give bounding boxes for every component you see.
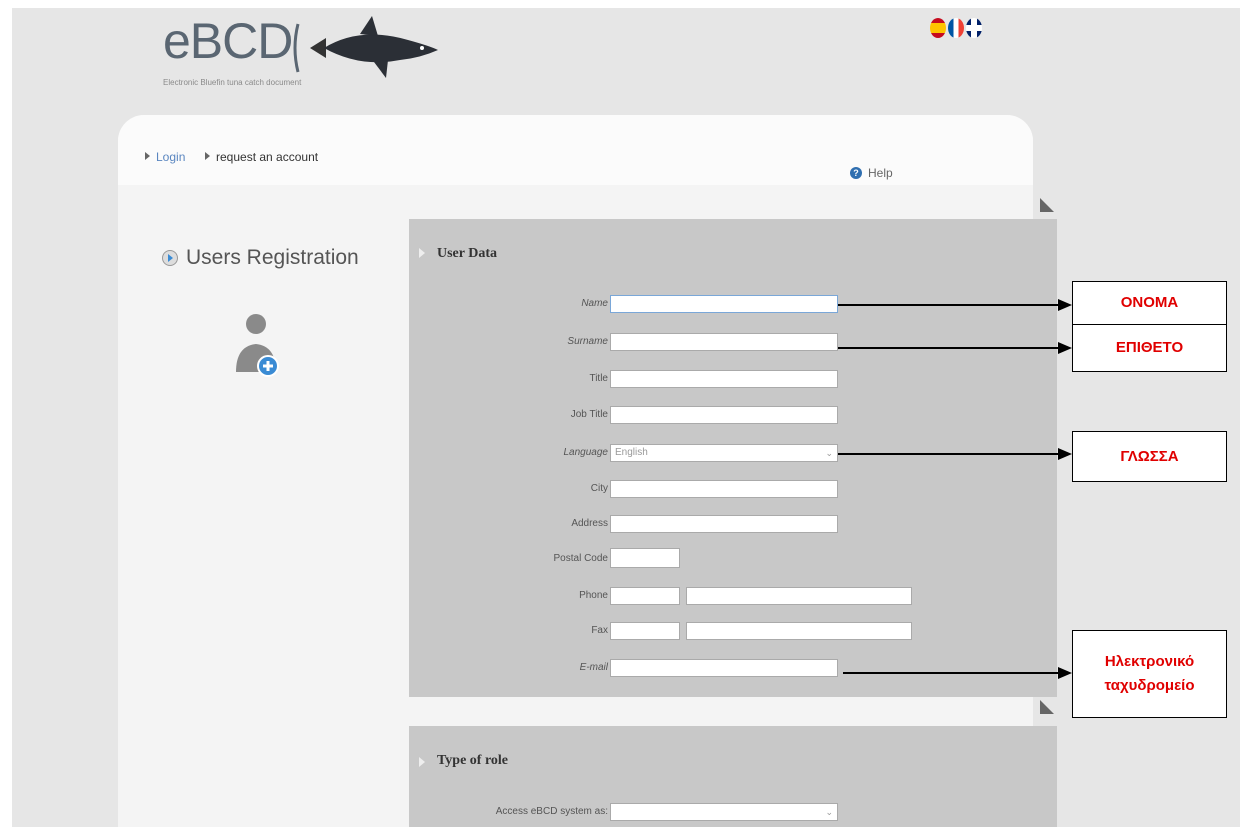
- language-value: English: [615, 447, 648, 458]
- fax-label: Fax: [591, 625, 608, 636]
- name-label: Name: [581, 298, 608, 309]
- section-arrow-icon: [419, 248, 425, 258]
- es-flag-icon[interactable]: [930, 18, 946, 38]
- chevron-down-icon: ⌄: [825, 448, 833, 458]
- access-select[interactable]: ⌄: [610, 803, 838, 821]
- add-user-icon: [236, 314, 279, 377]
- annotation-email: Ηλεκτρονικό ταχυδρομείο: [1072, 630, 1227, 718]
- help-link[interactable]: ? Help: [850, 166, 893, 180]
- language-label: Language: [563, 447, 609, 458]
- address-label: Address: [571, 518, 608, 529]
- arrow-right-icon: [1058, 448, 1072, 460]
- name-input[interactable]: [610, 295, 838, 313]
- phone-label: Phone: [579, 590, 608, 601]
- arrow-right-icon: [1058, 299, 1072, 311]
- tuna-logo-icon: [293, 16, 438, 78]
- email-label: E-mail: [579, 662, 608, 673]
- language-flags: [930, 18, 982, 38]
- help-icon: ?: [850, 167, 862, 179]
- annotation-arrow-line: [843, 672, 1058, 674]
- surname-input[interactable]: [610, 333, 838, 351]
- corner-triangle-icon: [1040, 700, 1054, 714]
- play-circle-icon: [162, 250, 178, 266]
- section-arrow-icon: [419, 757, 425, 767]
- title-label: Title: [589, 373, 608, 384]
- city-label: City: [590, 483, 608, 494]
- arrow-right-icon: [1058, 342, 1072, 354]
- fax-number-input[interactable]: [686, 622, 912, 640]
- surname-label: Surname: [567, 336, 608, 347]
- email-input[interactable]: [610, 659, 838, 677]
- phone-prefix-input[interactable]: [610, 587, 680, 605]
- city-input[interactable]: [610, 480, 838, 498]
- chevron-down-icon: ⌄: [825, 807, 833, 817]
- postal-code-input[interactable]: [610, 548, 680, 568]
- user-data-title: User Data: [437, 246, 498, 261]
- arrow-right-icon: [1058, 667, 1072, 679]
- annotation-name: ΟΝΟΜΑ: [1072, 281, 1227, 325]
- breadcrumb-current: request an account: [216, 150, 319, 164]
- annotation-arrow-line: [838, 304, 1058, 306]
- job-title-label: Job Title: [570, 409, 608, 420]
- corner-triangle-icon: [1040, 198, 1054, 212]
- breadcrumb-arrow-icon: [145, 152, 150, 160]
- annotation-arrow-line: [838, 453, 1058, 455]
- annotation-arrow-line: [838, 347, 1058, 349]
- role-title: Type of role: [437, 753, 509, 768]
- address-input[interactable]: [610, 515, 838, 533]
- job-title-input[interactable]: [610, 406, 838, 424]
- breadcrumb-login[interactable]: Login: [156, 150, 185, 164]
- title-input[interactable]: [610, 370, 838, 388]
- fax-prefix-input[interactable]: [610, 622, 680, 640]
- access-label: Access eBCD system as:: [495, 806, 608, 817]
- postal-code-label: Postal Code: [553, 553, 608, 564]
- logo-subtitle: Electronic Bluefin tuna catch document: [163, 78, 302, 87]
- users-registration-title: Users Registration: [162, 246, 359, 270]
- uk-flag-icon[interactable]: [966, 18, 982, 38]
- logo-title: eBCD: [163, 13, 293, 69]
- annotation-surname: ΕΠΙΘΕΤΟ: [1072, 324, 1227, 372]
- help-label: Help: [868, 166, 893, 180]
- language-select[interactable]: English ⌄: [610, 444, 838, 462]
- phone-number-input[interactable]: [686, 587, 912, 605]
- annotation-language: ΓΛΩΣΣΑ: [1072, 431, 1227, 482]
- fr-flag-icon[interactable]: [948, 18, 964, 38]
- breadcrumb-arrow-icon: [205, 152, 210, 160]
